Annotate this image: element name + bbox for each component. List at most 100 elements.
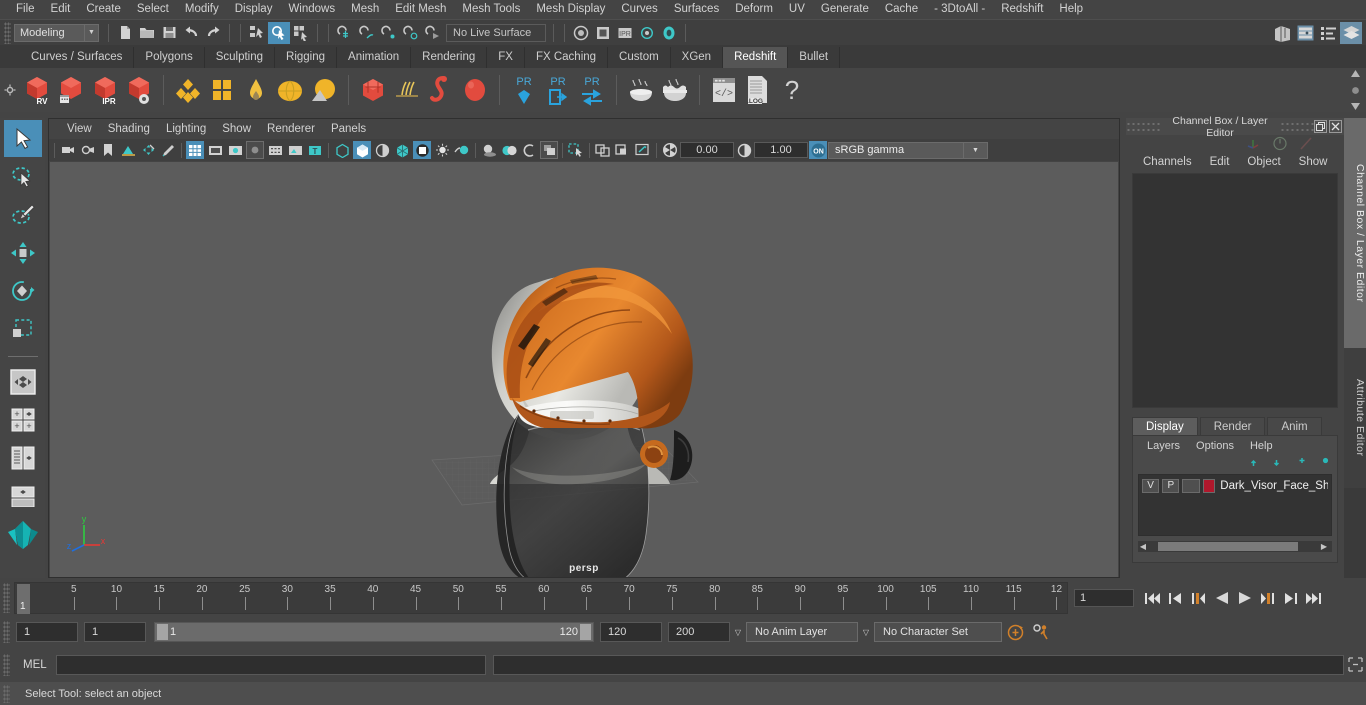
layer-row[interactable]: V P Dark_Visor_Face_Shiel (1142, 478, 1328, 493)
menu-item-surfaces[interactable]: Surfaces (666, 0, 727, 19)
safe-action-icon[interactable] (286, 141, 304, 159)
step-back-keyframe-icon[interactable] (1165, 587, 1186, 609)
smooth-shade-all-icon[interactable] (353, 141, 371, 159)
last-tool-used[interactable] (4, 363, 42, 400)
shelf-button-pr-export[interactable]: PR (541, 71, 575, 109)
menu-item-help[interactable]: Help (1051, 0, 1091, 19)
viewport-menu-show[interactable]: Show (214, 123, 259, 135)
viewport-menu-shading[interactable]: Shading (100, 123, 158, 135)
save-scene-icon[interactable] (158, 22, 180, 44)
smooth-shade-textured-icon[interactable] (393, 141, 411, 159)
viewport-menu-view[interactable]: View (59, 123, 100, 135)
two-d-pan-zoom-icon[interactable] (139, 141, 157, 159)
shelf-tab-redshift[interactable]: Redshift (723, 47, 789, 68)
select-tool[interactable] (3, 120, 42, 157)
shelf-tab-rendering[interactable]: Rendering (411, 47, 488, 68)
shelf-button-material-grid[interactable] (205, 71, 239, 109)
menu-item-file[interactable]: File (8, 0, 43, 19)
move-layer-down-icon[interactable] (1268, 457, 1283, 469)
panel-grip-handle-right[interactable] (1280, 120, 1314, 133)
xray-active-components-icon[interactable] (634, 141, 652, 159)
image-plane-icon[interactable] (119, 141, 137, 159)
layer-type-toggle[interactable] (1182, 478, 1200, 493)
play-backwards-icon[interactable] (1211, 587, 1232, 609)
shelf-tab-sculpting[interactable]: Sculpting (204, 47, 276, 68)
motion-blur-icon[interactable] (520, 141, 538, 159)
color-profile-field[interactable]: sRGB gamma (828, 141, 964, 159)
go-to-start-icon[interactable] (1142, 587, 1163, 609)
gate-mask-icon[interactable] (246, 141, 264, 159)
menu-item-generate[interactable]: Generate (813, 0, 877, 19)
sidebar-toggle-icon[interactable] (1271, 22, 1293, 44)
shelf-button-help[interactable]: ? (775, 71, 809, 109)
play-forwards-icon[interactable] (1234, 587, 1255, 609)
time-slider-track[interactable]: 1 5 10 15 20 25 30 35 40 45 50 55 60 65 70 75 80 85 90 95 1… (14, 582, 1068, 614)
layer-visibility-toggle[interactable]: V (1142, 478, 1160, 493)
shelf-scroll-controls[interactable] (1347, 69, 1363, 111)
grid-toggle-icon[interactable] (186, 141, 204, 159)
select-by-hierarchy-icon[interactable] (246, 22, 268, 44)
menu-item-mesh-tools[interactable]: Mesh Tools (454, 0, 528, 19)
menu-item-cache[interactable]: Cache (877, 0, 926, 19)
menuset-selector[interactable]: Modeling ▼ (14, 23, 99, 42)
menu-item-create[interactable]: Create (78, 0, 129, 19)
command-input-field[interactable] (55, 655, 486, 675)
channel-box-menu-object[interactable]: Object (1238, 156, 1289, 168)
panel-grip-handle[interactable] (1126, 120, 1160, 133)
shelf-button-redshift-render-view[interactable]: RV (20, 71, 54, 109)
channel-box-menu-edit[interactable]: Edit (1201, 156, 1239, 168)
render-region-icon[interactable] (592, 22, 614, 44)
menu-item-redshift[interactable]: Redshift (993, 0, 1051, 19)
render-view-icon[interactable] (570, 22, 592, 44)
range-slider-control[interactable]: 1 120 (154, 622, 594, 642)
ipr-render-icon[interactable]: IPR (614, 22, 636, 44)
shelf-button-bake-bowl[interactable] (624, 71, 658, 109)
step-forward-keyframe-icon[interactable] (1280, 587, 1301, 609)
undo-icon[interactable] (180, 22, 202, 44)
shelf-tab-fx-caching[interactable]: FX Caching (524, 47, 609, 68)
range-right-handle[interactable] (580, 624, 591, 640)
channel-box-attribute-list[interactable] (1132, 173, 1338, 408)
color-management-toggle[interactable]: ON (809, 141, 827, 159)
shelf-tab-rigging[interactable]: Rigging (275, 47, 338, 68)
command-line-grip[interactable] (3, 654, 10, 676)
use-default-light-icon[interactable] (433, 141, 451, 159)
menu-item-select[interactable]: Select (129, 0, 177, 19)
ambient-occlusion-icon[interactable] (500, 141, 518, 159)
layer-color-swatch[interactable] (1202, 478, 1216, 493)
persp-graph-layout[interactable] (4, 477, 42, 514)
lasso-select-tool[interactable] (4, 158, 42, 195)
range-slider-grip[interactable] (3, 621, 10, 643)
vertical-tab-channel-box[interactable]: Channel Box / Layer Editor (1344, 118, 1366, 348)
checkered-texture-icon[interactable] (413, 141, 431, 159)
shelf-button-sprite-blob[interactable] (458, 71, 492, 109)
grease-pencil-icon[interactable] (159, 141, 177, 159)
chevron-down-icon[interactable]: ▽ (730, 628, 746, 637)
menu-item-curves[interactable]: Curves (613, 0, 665, 19)
shelf-tab-bullet[interactable]: Bullet (788, 47, 841, 68)
scroll-right-icon[interactable]: ▶ (1319, 542, 1329, 551)
menu-item-display[interactable]: Display (227, 0, 281, 19)
shelf-button-light-sphere[interactable] (273, 71, 307, 109)
attribute-editor-icon[interactable] (1294, 22, 1316, 44)
layer-tab-display[interactable]: Display (1132, 417, 1198, 435)
chevron-down-icon-2[interactable]: ▽ (858, 628, 874, 637)
shelf-button-light-dome[interactable] (239, 71, 273, 109)
film-origin-icon[interactable] (266, 141, 284, 159)
viewport-menu-lighting[interactable]: Lighting (158, 123, 214, 135)
shelf-button-redshift-ipr[interactable]: IPR (88, 71, 122, 109)
viewport-menu-renderer[interactable]: Renderer (259, 123, 323, 135)
snap-to-projected-center-icon[interactable] (400, 22, 422, 44)
use-all-lights-icon[interactable] (453, 141, 471, 159)
playback-start-field[interactable]: 1 (84, 622, 146, 642)
wireframe-icon[interactable] (333, 141, 351, 159)
shelf-button-pr-swap[interactable]: PR (575, 71, 609, 109)
shelf-button-redshift-render-sequence[interactable] (54, 71, 88, 109)
snap-to-grid-icon[interactable] (334, 22, 356, 44)
shelf-button-material-diamond[interactable] (171, 71, 205, 109)
axis-icon[interactable] (1245, 136, 1262, 151)
shelf-button-log-file[interactable]: .LOG (741, 71, 775, 109)
create-new-layer-icon[interactable] (1291, 457, 1306, 469)
resolution-gate-icon[interactable] (226, 141, 244, 159)
texture-placement-icon[interactable]: T (306, 141, 324, 159)
